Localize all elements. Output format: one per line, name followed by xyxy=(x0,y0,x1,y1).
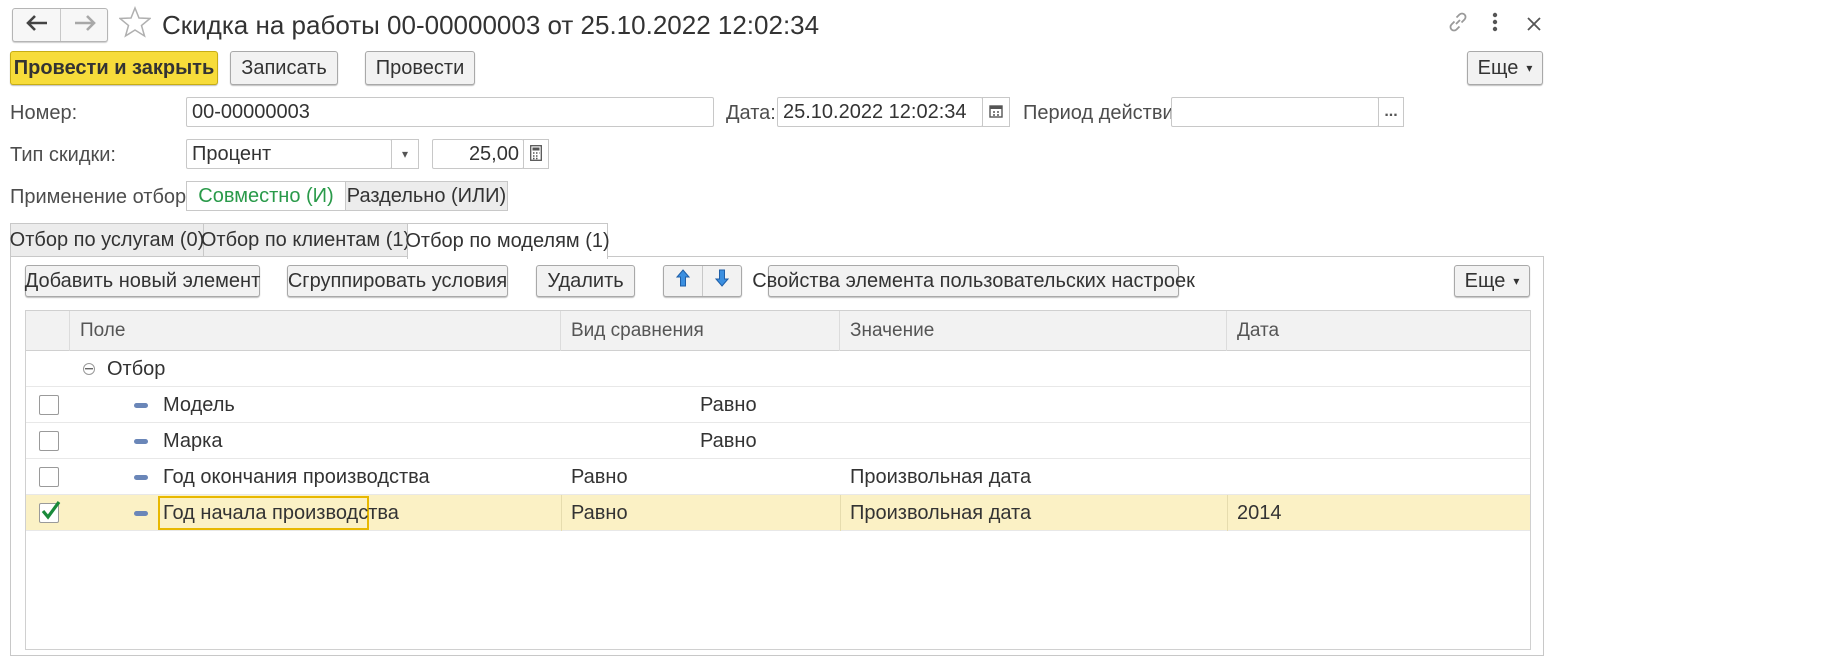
filter-mode-label: Применение отборов: xyxy=(10,186,214,208)
arrow-left-icon xyxy=(25,14,48,37)
calculator-icon xyxy=(530,144,542,164)
number-label: Номер: xyxy=(10,102,78,124)
date-picker-button[interactable] xyxy=(982,97,1010,127)
row-comparison: Равно xyxy=(571,465,628,488)
filter-panel: Добавить новый элемент Сгруппировать усл… xyxy=(10,256,1544,656)
group-label: Отбор xyxy=(107,357,166,380)
filter-mode-option-and[interactable]: Совместно (И) xyxy=(186,181,346,211)
tab-services-filter[interactable]: Отбор по услугам (0) xyxy=(10,223,204,257)
filter-mode-option-or[interactable]: Раздельно (ИЛИ) xyxy=(345,181,508,211)
panel-more-button[interactable]: Еще ▾ xyxy=(1454,265,1530,297)
column-value-header[interactable]: Значение xyxy=(840,311,1227,351)
table-row[interactable]: Модель Равно xyxy=(26,387,1530,423)
table-group-row[interactable]: Отбор xyxy=(26,351,1530,387)
row-checkbox[interactable] xyxy=(39,467,59,487)
discount-type-label: Тип скидки: xyxy=(10,144,116,166)
arrow-right-icon xyxy=(74,14,96,37)
calendar-icon xyxy=(989,104,1003,121)
post-and-close-button[interactable]: Провести и закрыть xyxy=(10,51,218,85)
back-button[interactable] xyxy=(13,9,61,41)
period-field[interactable] xyxy=(1171,97,1379,127)
chevron-down-icon: ▾ xyxy=(1513,274,1520,288)
column-separator xyxy=(840,495,841,531)
add-element-button[interactable]: Добавить новый элемент xyxy=(25,265,260,297)
tab-clients-filter[interactable]: Отбор по клиентам (1) xyxy=(201,223,410,257)
filter-table: Поле Вид сравнения Значение Дата Отбор М… xyxy=(25,310,1531,650)
star-icon xyxy=(118,5,152,44)
row-field: Модель xyxy=(163,393,235,416)
arrow-up-icon xyxy=(675,269,691,293)
checkmark-icon xyxy=(41,499,61,527)
column-checkbox-header xyxy=(26,311,70,351)
collapse-minus-icon[interactable] xyxy=(83,363,95,375)
table-row-selected[interactable]: Год начала производства Равно Произвольн… xyxy=(26,495,1530,531)
panel-more-label: Еще xyxy=(1464,269,1506,292)
column-comparison-header[interactable]: Вид сравнения xyxy=(561,311,840,351)
number-field[interactable]: 00-00000003 xyxy=(186,97,714,127)
column-separator xyxy=(561,495,562,531)
more-label: Еще xyxy=(1477,56,1519,79)
row-comparison: Равно xyxy=(700,429,757,452)
row-checkbox[interactable] xyxy=(39,395,59,415)
chevron-down-icon: ▾ xyxy=(401,147,409,161)
row-checkbox[interactable] xyxy=(39,431,59,451)
chevron-down-icon: ▾ xyxy=(1526,61,1533,75)
table-header: Поле Вид сравнения Значение Дата xyxy=(26,311,1530,351)
calculator-button[interactable] xyxy=(523,139,549,169)
table-row[interactable]: Марка Равно xyxy=(26,423,1530,459)
row-checkbox-checked[interactable] xyxy=(39,501,61,523)
condition-item-icon xyxy=(134,403,148,408)
close-icon xyxy=(1527,14,1541,37)
row-field: Марка xyxy=(163,429,223,452)
more-actions-button[interactable] xyxy=(1482,10,1508,40)
more-vertical-icon xyxy=(1492,12,1498,38)
move-buttons xyxy=(663,265,742,297)
link-icon xyxy=(1446,10,1470,40)
date-label: Дата: xyxy=(726,102,776,124)
arrow-down-icon xyxy=(714,269,730,293)
link-button[interactable] xyxy=(1443,10,1473,40)
tab-models-filter[interactable]: Отбор по моделям (1) xyxy=(405,223,610,259)
nav-buttons xyxy=(12,8,108,42)
row-comparison: Равно xyxy=(700,393,757,416)
column-date-header[interactable]: Дата xyxy=(1227,311,1530,351)
discount-type-dropdown-button[interactable]: ▾ xyxy=(391,139,419,169)
column-separator xyxy=(1227,495,1228,531)
delete-button[interactable]: Удалить xyxy=(536,265,635,297)
row-date: 2014 xyxy=(1237,501,1282,524)
discount-amount-field[interactable]: 25,00 xyxy=(432,139,524,169)
group-conditions-button[interactable]: Сгруппировать условия xyxy=(287,265,508,297)
column-field-header[interactable]: Поле xyxy=(70,311,561,351)
more-button[interactable]: Еще ▾ xyxy=(1467,51,1543,85)
condition-item-icon xyxy=(134,511,148,516)
period-label: Период действия: xyxy=(1023,102,1191,124)
forward-button[interactable] xyxy=(61,9,108,41)
table-row[interactable]: Год окончания производства Равно Произво… xyxy=(26,459,1530,495)
element-properties-button[interactable]: Свойства элемента пользовательских настр… xyxy=(752,265,1195,297)
date-field[interactable]: 25.10.2022 12:02:34 xyxy=(777,97,983,127)
post-button[interactable]: Провести xyxy=(365,51,475,85)
row-field: Год начала производства xyxy=(163,501,399,524)
close-button[interactable] xyxy=(1520,10,1548,40)
move-down-button[interactable] xyxy=(703,266,741,296)
row-comparison: Равно xyxy=(571,501,628,524)
condition-item-icon xyxy=(134,439,148,444)
condition-item-icon xyxy=(134,475,148,480)
row-field: Год окончания производства xyxy=(163,465,430,488)
window-title: Скидка на работы 00-00000003 от 25.10.20… xyxy=(162,10,820,40)
row-value: Произвольная дата xyxy=(850,501,1032,524)
discount-type-select[interactable]: Процент xyxy=(186,139,392,169)
row-value: Произвольная дата xyxy=(850,465,1032,488)
period-select-button[interactable]: ... xyxy=(1378,97,1404,127)
move-up-button[interactable] xyxy=(664,266,703,296)
save-button[interactable]: Записать xyxy=(230,51,338,85)
favorite-star-button[interactable] xyxy=(118,5,152,44)
